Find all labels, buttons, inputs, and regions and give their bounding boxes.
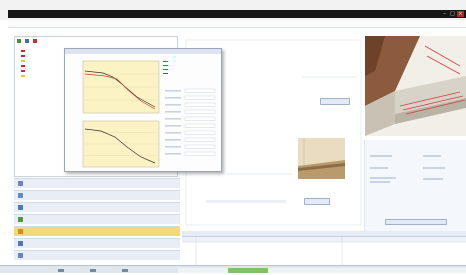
globe-icon <box>18 181 23 186</box>
results-table-grid <box>182 237 466 267</box>
heat-icon <box>18 229 23 234</box>
nav-item[interactable] <box>14 226 180 236</box>
tree-toolbar <box>17 39 37 45</box>
popup-field-label <box>165 146 181 148</box>
popup-field <box>184 151 216 156</box>
chart-popup-window <box>64 48 222 172</box>
popup-field <box>184 88 216 93</box>
document-tab-title <box>176 27 346 33</box>
right-info-panel <box>364 140 466 232</box>
chart-legend <box>163 59 170 75</box>
floor-section-render <box>365 36 466 136</box>
wall-corner-render <box>298 138 345 179</box>
wall-corner-image <box>298 138 345 179</box>
popup-field-label <box>165 97 181 99</box>
popup-field <box>184 123 216 128</box>
tree-item-icon <box>21 59 25 62</box>
close-button[interactable]: × <box>457 11 464 17</box>
minimize-button[interactable]: – <box>441 11 448 17</box>
popup-field-label <box>165 132 181 134</box>
popup-field <box>184 144 216 149</box>
tree-item-icon <box>21 54 25 57</box>
window-title-bar: – □ × <box>8 10 466 18</box>
status-bar <box>0 265 466 273</box>
popup-field-label <box>165 111 181 113</box>
nav-item[interactable] <box>14 250 180 260</box>
nav-item[interactable] <box>14 238 180 248</box>
nav-item[interactable] <box>14 190 180 200</box>
popup-field-label <box>165 118 181 120</box>
right-panel-button[interactable] <box>385 219 447 225</box>
tree-item-icon <box>21 49 25 52</box>
popup-field-label <box>165 104 181 106</box>
document-icon <box>18 253 23 258</box>
maximize-button[interactable]: □ <box>449 11 456 17</box>
nav-item[interactable] <box>14 202 180 212</box>
popup-field <box>184 137 216 142</box>
tree-item[interactable] <box>21 73 27 78</box>
open-icon[interactable] <box>25 39 29 43</box>
pencil-icon <box>18 217 23 222</box>
nav-item[interactable] <box>14 214 180 224</box>
popup-field <box>184 109 216 114</box>
popup-field <box>184 116 216 121</box>
results-table <box>182 237 466 267</box>
legend-swatch <box>163 64 168 66</box>
chart-icon <box>18 241 23 246</box>
legend-swatch <box>163 60 168 62</box>
tree-list <box>21 48 27 78</box>
popup-field-label <box>165 90 181 92</box>
popup-field <box>184 130 216 135</box>
popup-field <box>184 95 216 100</box>
popup-field <box>184 102 216 107</box>
legend-swatch <box>163 72 168 74</box>
popup-field-label <box>165 153 181 155</box>
layers-icon <box>18 205 23 210</box>
legend-swatch <box>163 68 168 70</box>
floor-section-image <box>365 36 466 136</box>
grid-icon <box>18 193 23 198</box>
nav-item[interactable] <box>14 178 180 188</box>
popup-charts <box>82 60 216 168</box>
legend-item <box>163 71 170 75</box>
popup-field-label <box>165 125 181 127</box>
tree-item-icon <box>21 64 25 67</box>
popup-field-label <box>165 139 181 141</box>
results-title-text <box>182 231 185 235</box>
add-icon[interactable] <box>17 39 21 43</box>
delete-icon[interactable] <box>33 39 37 43</box>
tree-item-icon <box>21 69 25 72</box>
tree-item-icon <box>21 74 25 77</box>
